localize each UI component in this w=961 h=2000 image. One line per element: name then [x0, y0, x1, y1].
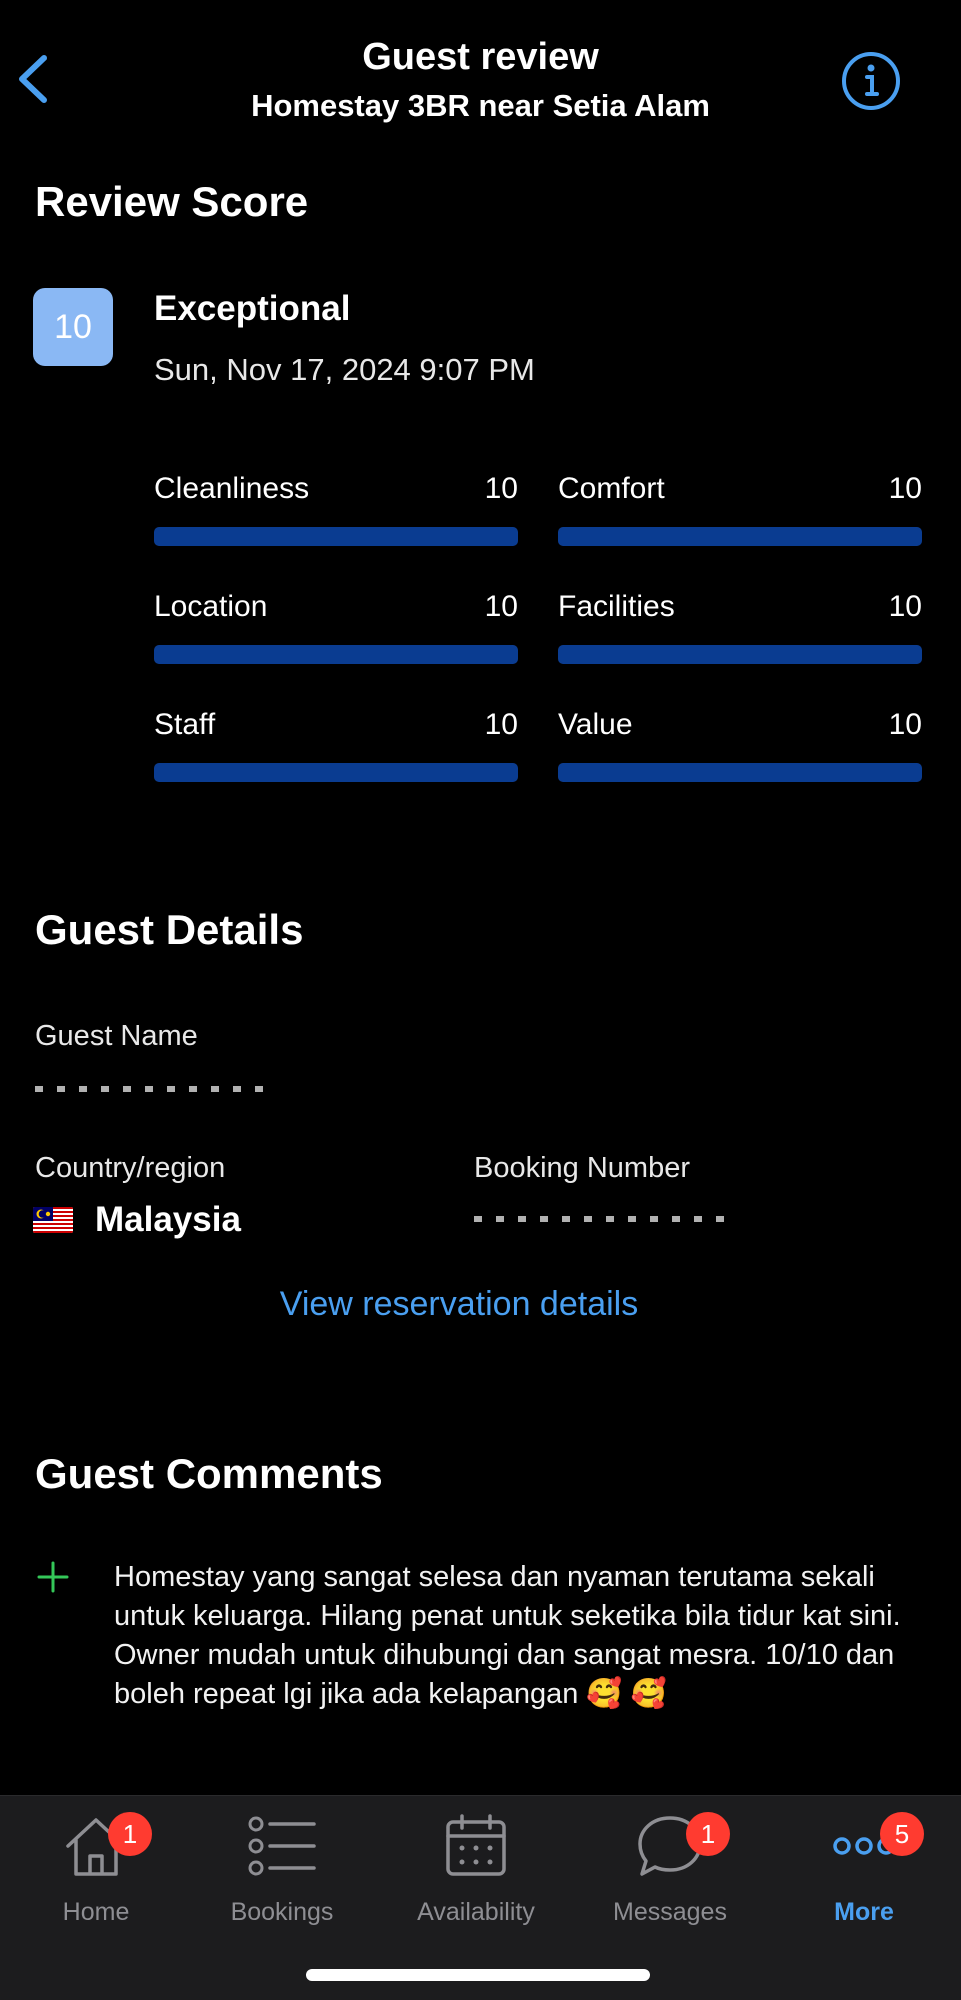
plus-icon	[37, 1561, 69, 1593]
category-value: 10	[484, 590, 518, 623]
page-title: Guest review	[362, 36, 599, 78]
category-comfort: Comfort 10	[558, 472, 922, 552]
list-icon	[248, 1816, 316, 1876]
malaysia-flag-icon	[33, 1207, 73, 1233]
bottom-tab-bar: 1 Home Bookings Availability 1 Messages	[0, 1795, 961, 2000]
category-bar-fill	[558, 527, 922, 546]
rating-word: Exceptional	[154, 289, 351, 328]
tab-label: Messages	[613, 1898, 727, 1926]
country-name: Malaysia	[95, 1200, 241, 1239]
view-reservation-link[interactable]: View reservation details	[0, 1285, 918, 1324]
category-bar	[154, 645, 518, 664]
country-label: Country/region	[35, 1152, 226, 1184]
tab-label: Home	[62, 1898, 130, 1926]
category-bar	[558, 763, 922, 782]
redacted-guest-name	[35, 1086, 275, 1092]
tab-label: More	[834, 1898, 894, 1926]
redacted-booking-number	[474, 1216, 724, 1222]
info-icon[interactable]	[840, 50, 902, 112]
category-bar-fill	[154, 763, 518, 782]
category-value: 10	[888, 590, 922, 623]
category-staff: Staff 10	[154, 708, 518, 788]
tab-availability[interactable]: Availability	[380, 1810, 572, 1930]
score-badge: 10	[33, 288, 113, 366]
tab-messages[interactable]: 1 Messages	[574, 1810, 766, 1930]
category-location: Location 10	[154, 590, 518, 670]
nav-header: Guest review Homestay 3BR near Setia Ala…	[0, 0, 961, 150]
tab-home[interactable]: 1 Home	[0, 1810, 192, 1930]
guest-details-heading: Guest Details	[35, 906, 304, 953]
category-label: Cleanliness	[154, 472, 310, 505]
category-cleanliness: Cleanliness 10	[154, 472, 518, 552]
tab-label: Availability	[417, 1898, 535, 1926]
category-label: Comfort	[558, 472, 665, 505]
tab-bookings[interactable]: Bookings	[186, 1810, 378, 1930]
category-bar	[154, 763, 518, 782]
tab-more[interactable]: 5 More	[768, 1810, 960, 1930]
home-badge: 1	[108, 1812, 152, 1856]
category-value: 10	[888, 472, 922, 505]
page-subtitle: Homestay 3BR near Setia Alam	[251, 88, 710, 123]
category-label: Facilities	[558, 590, 675, 623]
review-score-heading: Review Score	[35, 178, 309, 225]
country-value: Malaysia	[33, 1200, 241, 1240]
category-value: 10	[888, 708, 922, 741]
category-label: Staff	[154, 708, 216, 741]
tab-label: Bookings	[230, 1898, 334, 1926]
more-badge: 5	[880, 1812, 924, 1856]
category-bar	[558, 527, 922, 546]
category-bar-fill	[558, 763, 922, 782]
category-label: Location	[154, 590, 268, 623]
category-bar-fill	[154, 645, 518, 664]
review-date: Sun, Nov 17, 2024 9:07 PM	[154, 352, 535, 387]
category-value: 10	[484, 472, 518, 505]
category-value: Value 10	[558, 708, 922, 788]
guest-name-label: Guest Name	[35, 1020, 198, 1052]
category-facilities: Facilities 10	[558, 590, 922, 670]
positive-comment: Homestay yang sangat selesa dan nyaman t…	[114, 1561, 901, 1710]
guest-comments-heading: Guest Comments	[35, 1450, 383, 1497]
category-label: Value	[558, 708, 633, 741]
booking-number-label: Booking Number	[474, 1152, 690, 1184]
category-bar-fill	[154, 527, 518, 546]
category-bar	[154, 527, 518, 546]
category-bar	[558, 645, 922, 664]
category-bar-fill	[558, 645, 922, 664]
calendar-icon	[446, 1814, 506, 1876]
home-indicator	[306, 1969, 650, 1981]
category-value: 10	[484, 708, 518, 741]
messages-badge: 1	[686, 1812, 730, 1856]
